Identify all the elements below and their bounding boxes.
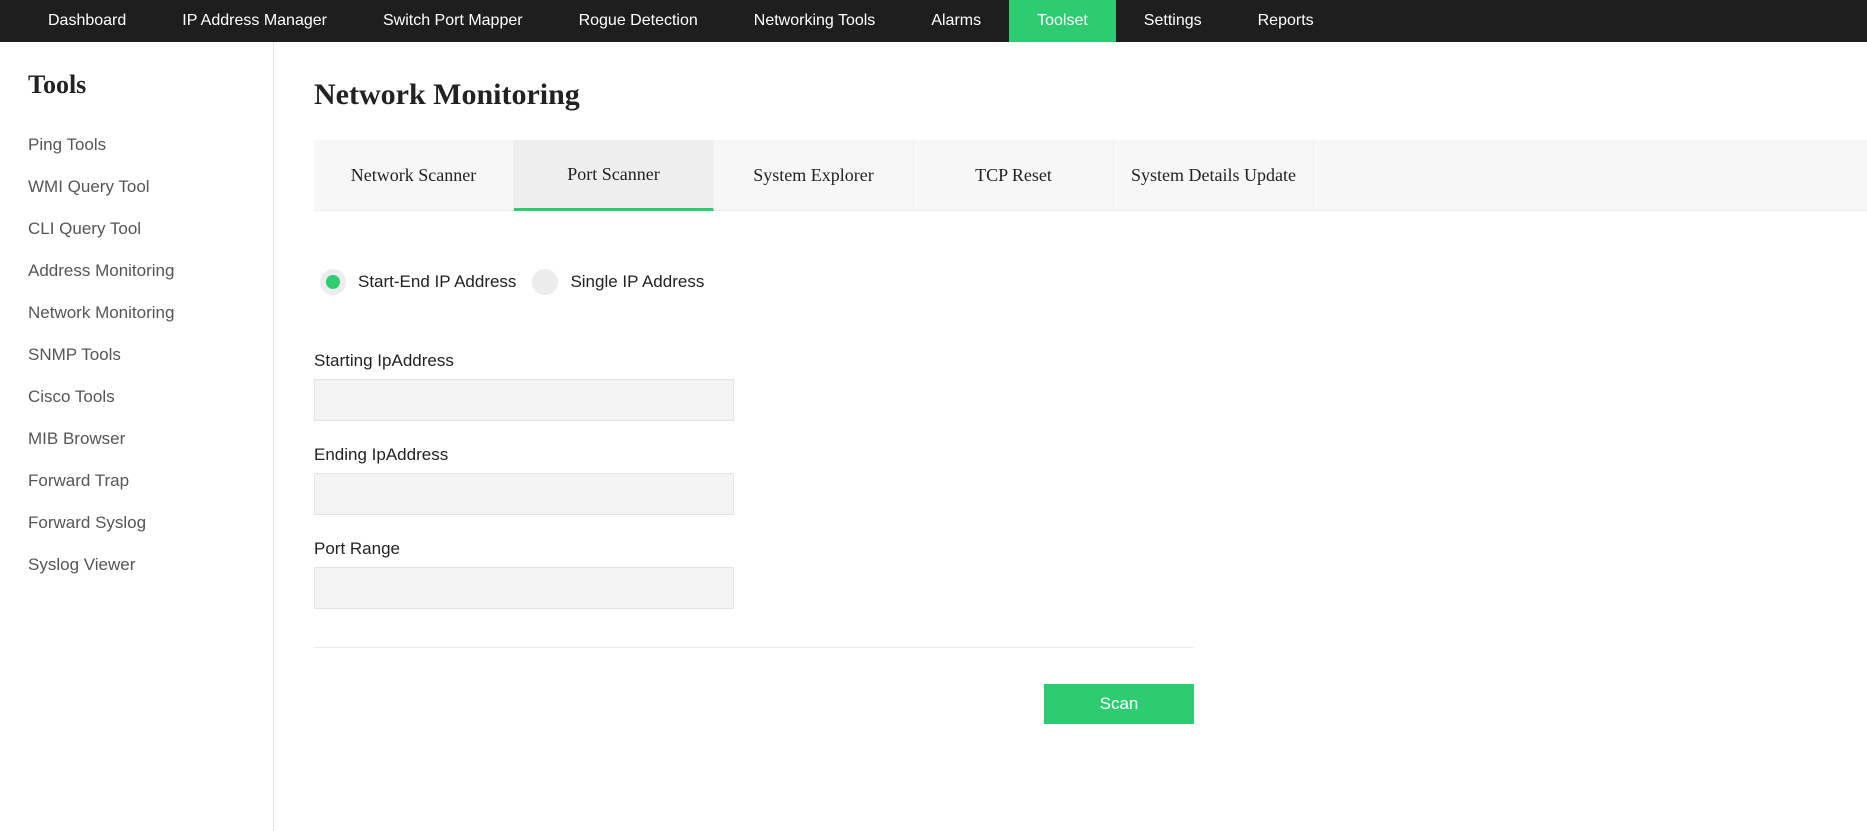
- nav-dashboard[interactable]: Dashboard: [20, 0, 154, 42]
- radio-icon: [320, 269, 346, 295]
- tab-tcp-reset[interactable]: TCP Reset: [914, 140, 1114, 210]
- nav-networking-tools[interactable]: Networking Tools: [726, 0, 904, 42]
- sidebar: Tools Ping Tools WMI Query Tool CLI Quer…: [0, 42, 274, 831]
- tabs: Network Scanner Port Scanner System Expl…: [314, 140, 1867, 211]
- nav-toolset[interactable]: Toolset: [1009, 0, 1116, 42]
- field-ending-ip: Ending IpAddress: [314, 445, 1867, 515]
- radio-label-start-end: Start-End IP Address: [358, 272, 516, 292]
- label-ending-ip: Ending IpAddress: [314, 445, 1867, 465]
- sidebar-item-wmi-query-tool[interactable]: WMI Query Tool: [28, 166, 273, 208]
- page-title: Network Monitoring: [314, 78, 1867, 112]
- tab-network-scanner[interactable]: Network Scanner: [314, 140, 514, 210]
- sidebar-item-forward-syslog[interactable]: Forward Syslog: [28, 502, 273, 544]
- nav-alarms[interactable]: Alarms: [903, 0, 1009, 42]
- nav-rogue-detection[interactable]: Rogue Detection: [551, 0, 726, 42]
- sidebar-title: Tools: [28, 70, 273, 100]
- divider: [314, 647, 1194, 648]
- sidebar-item-cisco-tools[interactable]: Cisco Tools: [28, 376, 273, 418]
- input-port-range[interactable]: [314, 567, 734, 609]
- sidebar-item-snmp-tools[interactable]: SNMP Tools: [28, 334, 273, 376]
- sidebar-item-syslog-viewer[interactable]: Syslog Viewer: [28, 544, 273, 586]
- sidebar-item-network-monitoring[interactable]: Network Monitoring: [28, 292, 273, 334]
- input-starting-ip[interactable]: [314, 379, 734, 421]
- main: Network Monitoring Network Scanner Port …: [274, 42, 1867, 831]
- form-area: Start-End IP Address Single IP Address S…: [314, 211, 1867, 724]
- radio-single-ip[interactable]: Single IP Address: [532, 269, 704, 295]
- scan-button[interactable]: Scan: [1044, 684, 1194, 724]
- field-starting-ip: Starting IpAddress: [314, 351, 1867, 421]
- sidebar-item-cli-query-tool[interactable]: CLI Query Tool: [28, 208, 273, 250]
- field-port-range: Port Range: [314, 539, 1867, 609]
- input-ending-ip[interactable]: [314, 473, 734, 515]
- label-starting-ip: Starting IpAddress: [314, 351, 1867, 371]
- tab-system-details-update[interactable]: System Details Update: [1114, 140, 1314, 210]
- radio-label-single: Single IP Address: [570, 272, 704, 292]
- sidebar-item-address-monitoring[interactable]: Address Monitoring: [28, 250, 273, 292]
- nav-ip-address-manager[interactable]: IP Address Manager: [154, 0, 355, 42]
- label-port-range: Port Range: [314, 539, 1867, 559]
- sidebar-item-mib-browser[interactable]: MIB Browser: [28, 418, 273, 460]
- nav-reports[interactable]: Reports: [1230, 0, 1342, 42]
- tab-system-explorer[interactable]: System Explorer: [714, 140, 914, 210]
- tab-port-scanner[interactable]: Port Scanner: [514, 140, 714, 211]
- nav-settings[interactable]: Settings: [1116, 0, 1230, 42]
- sidebar-item-forward-trap[interactable]: Forward Trap: [28, 460, 273, 502]
- ip-mode-radio-group: Start-End IP Address Single IP Address: [314, 269, 1867, 295]
- top-nav: Dashboard IP Address Manager Switch Port…: [0, 0, 1867, 42]
- sidebar-item-ping-tools[interactable]: Ping Tools: [28, 124, 273, 166]
- radio-icon: [532, 269, 558, 295]
- radio-start-end-ip[interactable]: Start-End IP Address: [320, 269, 516, 295]
- nav-switch-port-mapper[interactable]: Switch Port Mapper: [355, 0, 551, 42]
- form-actions: Scan: [314, 684, 1194, 724]
